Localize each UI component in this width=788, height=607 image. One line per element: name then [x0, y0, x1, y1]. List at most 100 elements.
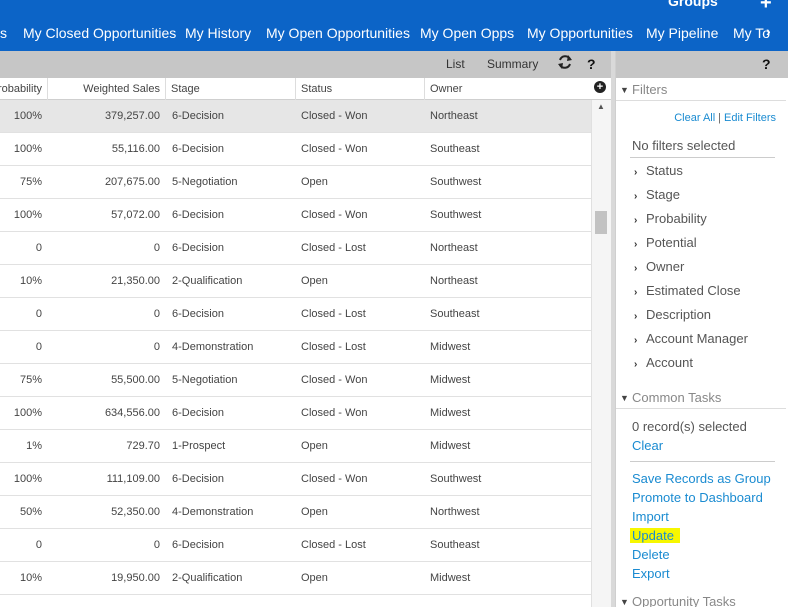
table-row[interactable]: 100% 111,109.00 6-Decision Closed - Won …: [0, 463, 591, 496]
filter-item-label: Estimated Close: [646, 283, 741, 298]
filter-item-label: Probability: [646, 211, 707, 226]
filter-item-label: Account: [646, 355, 693, 370]
cell-status: Closed - Won: [301, 143, 368, 155]
cell-probability: 1%: [26, 440, 42, 452]
table-row[interactable]: 75% 55,500.00 5-Negotiation Closed - Won…: [0, 364, 591, 397]
cell-owner: Midwest: [430, 407, 471, 419]
caret-down-icon: ▼: [620, 393, 629, 403]
promote-to-dashboard-link[interactable]: Promote to Dashboard: [632, 490, 763, 505]
filter-actions: Clear All | Edit Filters: [616, 112, 786, 124]
delete-link[interactable]: Delete: [632, 547, 670, 562]
filter-item-stage[interactable]: › Stage: [634, 187, 680, 202]
column-header-status[interactable]: Status: [296, 78, 425, 100]
table-row[interactable]: 0 0 6-Decision Closed - Lost Northeast: [0, 232, 591, 265]
cell-status: Open: [301, 176, 328, 188]
refresh-icon[interactable]: [557, 54, 573, 75]
grid-scrollbar[interactable]: ▲: [591, 100, 611, 607]
cell-probability: 100%: [13, 209, 42, 221]
table-row[interactable]: 100% 634,556.00 6-Decision Closed - Won …: [0, 397, 591, 430]
divider: [630, 461, 775, 462]
column-header-stage[interactable]: Stage: [166, 78, 296, 100]
cell-stage: 6-Decision: [172, 308, 224, 320]
opportunity-tasks-title: Opportunity Tasks: [632, 594, 736, 607]
edit-filters-link[interactable]: Edit Filters: [724, 112, 776, 124]
chevron-right-icon: ›: [634, 287, 638, 298]
clear-all-link[interactable]: Clear All: [674, 112, 715, 124]
cell-weighted-sales: 21,350.00: [111, 275, 160, 287]
filter-item-status[interactable]: › Status: [634, 163, 683, 178]
help-icon[interactable]: ?: [587, 56, 596, 72]
add-column-icon[interactable]: +: [594, 81, 606, 93]
cell-owner: Midwest: [430, 374, 471, 386]
filter-item-account[interactable]: › Account: [634, 355, 693, 370]
cell-owner: Southwest: [430, 473, 482, 485]
common-tasks-title: Common Tasks: [632, 390, 722, 405]
update-link[interactable]: Update: [630, 528, 680, 543]
table-row[interactable]: 0 0 4-Demonstration Closed - Lost Midwes…: [0, 331, 591, 364]
cell-status: Closed - Won: [301, 110, 368, 122]
table-row[interactable]: 10% 19,950.00 2-Qualification Open Midwe…: [0, 562, 591, 595]
table-row[interactable]: 100% 379,257.00 6-Decision Closed - Won …: [0, 100, 591, 133]
cell-stage: 6-Decision: [172, 209, 224, 221]
add-group-icon[interactable]: +: [760, 0, 772, 15]
common-tasks-section-header[interactable]: ▼ Common Tasks: [616, 387, 786, 409]
cell-weighted-sales: 111,109.00: [106, 473, 160, 485]
table-row[interactable]: 0 0 6-Decision Closed - Lost Southeast: [0, 529, 591, 562]
cell-status: Closed - Lost: [301, 242, 366, 254]
tab-my-open-opps[interactable]: My Open Opps: [420, 24, 514, 42]
chevron-right-icon: ›: [634, 215, 638, 226]
import-link[interactable]: Import: [632, 509, 669, 524]
cell-status: Open: [301, 572, 328, 584]
cell-status: Closed - Won: [301, 209, 368, 221]
cell-stage: 2-Qualification: [172, 572, 243, 584]
filter-item-label: Owner: [646, 259, 685, 274]
summary-view-button[interactable]: Summary: [487, 57, 538, 71]
filter-item-estimated-close[interactable]: › Estimated Close: [634, 283, 741, 298]
table-row[interactable]: 100% 57,072.00 6-Decision Closed - Won S…: [0, 199, 591, 232]
chevron-right-icon: ›: [634, 335, 638, 346]
tab-my-to-partial[interactable]: My To: [733, 24, 770, 42]
tab-partial-left[interactable]: s: [0, 24, 7, 42]
scroll-up-icon[interactable]: ▲: [597, 102, 605, 111]
column-header-owner[interactable]: Owner: [425, 78, 591, 100]
tab-my-pipeline[interactable]: My Pipeline: [646, 24, 718, 42]
column-header-probability[interactable]: Probability: [0, 78, 48, 100]
filter-item-account-manager[interactable]: › Account Manager: [634, 331, 748, 346]
cell-weighted-sales: 0: [153, 341, 160, 353]
cell-owner: Northeast: [430, 275, 478, 287]
table-row[interactable]: 100% 55,116.00 6-Decision Closed - Won S…: [0, 133, 591, 166]
cell-owner: Midwest: [430, 440, 471, 452]
groups-label[interactable]: Groups: [668, 0, 718, 9]
tab-my-closed-opportunities[interactable]: My Closed Opportunities: [23, 24, 176, 42]
tab-my-open-opportunities[interactable]: My Open Opportunities: [266, 24, 410, 42]
opportunity-tasks-section-header[interactable]: ▼ Opportunity Tasks: [616, 591, 786, 607]
column-header-weighted-sales[interactable]: Weighted Sales: [48, 78, 166, 100]
tab-my-opportunities[interactable]: My Opportunities: [527, 24, 633, 42]
chevron-right-icon: ›: [634, 359, 638, 370]
cell-probability: 0: [35, 341, 42, 353]
panel-help-icon[interactable]: ?: [762, 56, 771, 72]
export-link[interactable]: Export: [632, 566, 670, 581]
cell-weighted-sales: 379,257.00: [104, 110, 160, 122]
filter-item-description[interactable]: › Description: [634, 307, 711, 322]
table-row[interactable]: 0 0 6-Decision Closed - Lost Southeast: [0, 298, 591, 331]
cell-status: Closed - Won: [301, 374, 368, 386]
tab-my-history[interactable]: My History: [185, 24, 251, 42]
filters-section-header[interactable]: ▼ Filters: [616, 79, 786, 101]
clear-selection-link[interactable]: Clear: [632, 438, 663, 453]
filter-item-potential[interactable]: › Potential: [634, 235, 697, 250]
cell-weighted-sales: 52,350.00: [111, 506, 160, 518]
chevron-right-icon: ›: [634, 311, 638, 322]
save-records-as-group-link[interactable]: Save Records as Group: [632, 471, 771, 486]
table-row[interactable]: 1% 729.70 1-Prospect Open Midwest: [0, 430, 591, 463]
cell-status: Open: [301, 506, 328, 518]
caret-down-icon: ▼: [620, 85, 629, 95]
scrollbar-thumb[interactable]: [595, 211, 607, 234]
table-row[interactable]: 10% 21,350.00 2-Qualification Open North…: [0, 265, 591, 298]
filter-item-probability[interactable]: › Probability: [634, 211, 707, 226]
filter-item-owner[interactable]: › Owner: [634, 259, 684, 274]
list-view-button[interactable]: List: [446, 57, 465, 71]
table-row[interactable]: 50% 52,350.00 4-Demonstration Open North…: [0, 496, 591, 529]
table-row[interactable]: 75% 207,675.00 5-Negotiation Open Southw…: [0, 166, 591, 199]
chevron-right-icon[interactable]: ›: [766, 23, 771, 39]
